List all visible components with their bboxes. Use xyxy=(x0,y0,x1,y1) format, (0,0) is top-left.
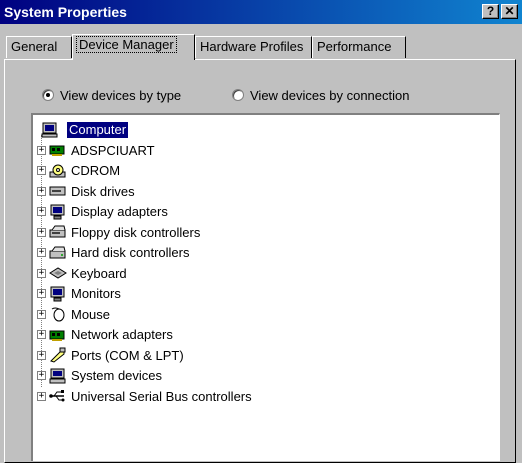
mouse-icon xyxy=(49,306,67,322)
network-card-icon xyxy=(49,142,67,158)
expand-plus-icon[interactable]: + xyxy=(37,248,46,257)
tree-item-monitors[interactable]: + Monitors xyxy=(37,285,121,303)
expand-plus-icon[interactable]: + xyxy=(37,371,46,380)
tab-hardware-profiles[interactable]: Hardware Profiles xyxy=(195,36,312,58)
radio-view-by-connection-label: View devices by connection xyxy=(250,87,410,103)
help-button[interactable]: ? xyxy=(482,4,499,19)
tree-item-system-devices[interactable]: + System devices xyxy=(37,367,162,385)
tree-item-adspciuart[interactable]: + ADSPCIUART xyxy=(37,141,155,159)
cdrom-icon xyxy=(49,163,67,179)
tree-item-label: Universal Serial Bus controllers xyxy=(71,388,252,404)
tree-item-label: Mouse xyxy=(71,306,111,322)
computer-icon xyxy=(41,122,59,138)
tree-item-label: Ports (COM & LPT) xyxy=(71,347,184,363)
tab-hardware-profiles-label: Hardware Profiles xyxy=(200,39,304,54)
tab-general-label: General xyxy=(11,39,58,54)
network-card-icon xyxy=(49,327,67,343)
expand-plus-icon[interactable]: + xyxy=(37,145,46,155)
expand-plus-icon[interactable]: + xyxy=(37,350,46,360)
tree-item-label: Display adapters xyxy=(71,204,168,219)
expand-plus-icon[interactable]: + xyxy=(37,289,46,298)
usb-icon xyxy=(49,388,67,404)
radio-view-by-connection-dot[interactable] xyxy=(232,89,244,101)
expand-plus-icon[interactable]: + xyxy=(37,207,46,216)
tree-item-label: Floppy disk controllers xyxy=(71,224,201,240)
tree-item-label: Monitors xyxy=(71,286,121,301)
radio-view-by-type[interactable]: View devices by type xyxy=(42,86,181,104)
hard-disk-controller-icon xyxy=(49,245,67,261)
disk-drive-icon xyxy=(49,183,67,199)
tree-item-hard-disk-controllers[interactable]: + Hard disk controllers xyxy=(37,244,190,262)
tree-item-keyboard[interactable]: + Keyboard xyxy=(37,264,127,282)
monitor-icon xyxy=(49,286,67,302)
tree-item-label: Disk drives xyxy=(71,183,135,199)
tree-item-mouse[interactable]: + Mouse xyxy=(37,305,110,323)
tree-item-network-adapters[interactable]: + Network adapters xyxy=(37,326,173,344)
tab-performance-label: Performance xyxy=(317,39,392,54)
computer-icon xyxy=(49,368,67,384)
tab-performance[interactable]: Performance xyxy=(312,36,406,58)
tree-item-universal-serial-bus-controllers[interactable]: + Universal Serial Bus controllers xyxy=(37,387,252,405)
floppy-controller-icon xyxy=(49,224,67,240)
port-icon xyxy=(49,347,67,363)
expand-plus-icon[interactable]: + xyxy=(37,227,46,237)
tab-device-manager[interactable]: Device Manager xyxy=(72,34,195,60)
tree-item-label: CDROM xyxy=(71,163,121,178)
tree-item-cdrom[interactable]: + CDROM xyxy=(37,162,120,180)
radio-view-by-type-label: View devices by type xyxy=(60,87,182,103)
monitor-icon xyxy=(49,204,67,220)
tree-item-label: Hard disk controllers xyxy=(71,245,190,260)
expand-plus-icon[interactable]: + xyxy=(37,391,46,401)
radio-view-by-connection[interactable]: View devices by connection xyxy=(232,86,409,104)
tree-item-label: Keyboard xyxy=(71,265,127,281)
expand-plus-icon[interactable]: + xyxy=(37,166,46,175)
tab-device-manager-label: Device Manager xyxy=(76,36,177,53)
tab-general[interactable]: General xyxy=(6,36,72,58)
keyboard-icon xyxy=(49,265,67,281)
tree-item-disk-drives[interactable]: + Disk drives xyxy=(37,182,135,200)
device-tree[interactable]: Computer + ADSPCIUART + CDROM + Disk drives + D… xyxy=(31,113,500,461)
tree-item-label: Network adapters xyxy=(71,327,173,342)
radio-view-by-type-dot[interactable] xyxy=(42,89,54,101)
window-title: System Properties xyxy=(4,4,127,20)
expand-plus-icon[interactable]: + xyxy=(37,330,46,339)
tree-item-label: System devices xyxy=(71,368,163,383)
tree-item-ports-com-lpt[interactable]: + Ports (COM & LPT) xyxy=(37,346,184,364)
tree-root-computer[interactable]: Computer xyxy=(41,121,129,139)
tree-root-label: Computer xyxy=(67,122,129,138)
expand-plus-icon[interactable]: + xyxy=(37,186,46,196)
title-bar[interactable]: System Properties ? ✕ xyxy=(0,0,522,24)
expand-plus-icon[interactable]: + xyxy=(37,268,46,278)
expand-plus-icon[interactable]: + xyxy=(37,309,46,319)
tree-item-label: ADSPCIUART xyxy=(71,142,155,158)
close-button[interactable]: ✕ xyxy=(501,4,518,19)
tree-item-floppy-disk-controllers[interactable]: + Floppy disk controllers xyxy=(37,223,200,241)
tree-item-display-adapters[interactable]: + Display adapters xyxy=(37,203,168,221)
